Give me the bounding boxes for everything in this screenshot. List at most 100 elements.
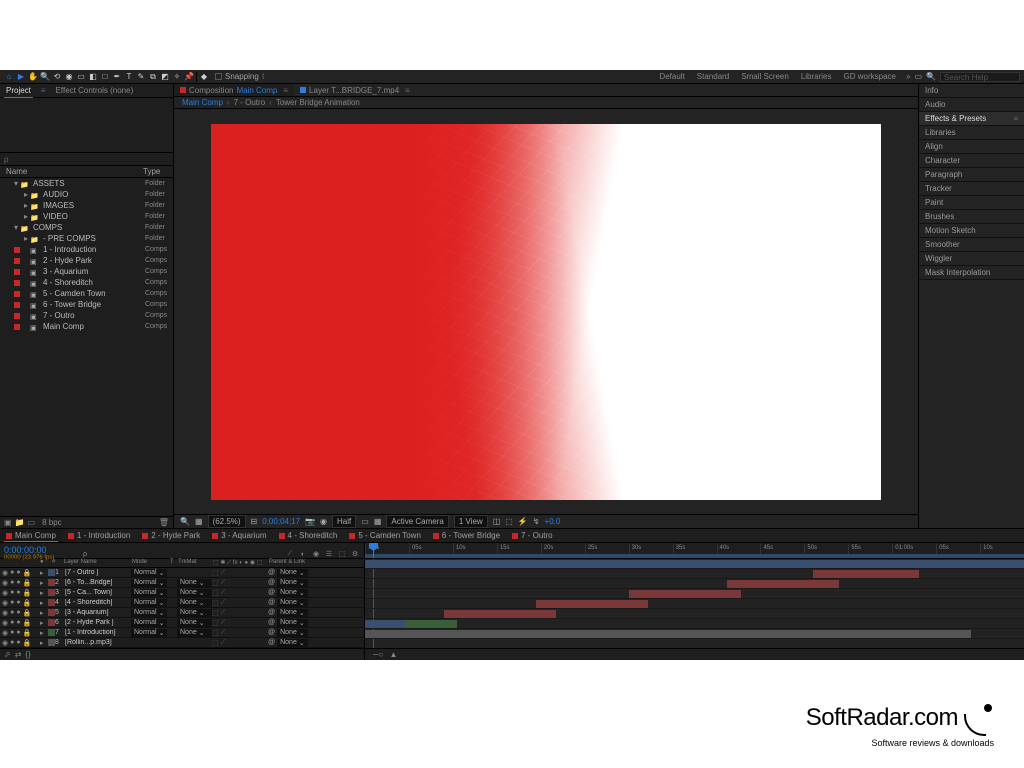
layer-name[interactable]: [7 - Outro ]	[65, 569, 131, 576]
solo-icon[interactable]: ●	[16, 629, 20, 637]
pickwhip-icon[interactable]: @	[268, 569, 275, 576]
layer-row[interactable]: ◉●●🔒 ▸ 1 [7 - Outro ] Normal ⌄ ⬚⟋ @None …	[0, 568, 364, 578]
panel-header[interactable]: Mask Interpolation	[919, 266, 1024, 280]
solo-icon[interactable]: ●	[16, 609, 20, 617]
zoom-bar[interactable]: ─○ ▲	[365, 648, 1024, 660]
zoom-dropdown[interactable]: (62.5%)	[208, 515, 246, 528]
clone-tool-icon[interactable]: ⧉	[148, 72, 158, 82]
eraser-tool-icon[interactable]: ◩	[160, 72, 170, 82]
breadcrumb-item[interactable]: 7 - Outro	[234, 98, 266, 107]
lock-icon[interactable]: 🔒	[23, 569, 32, 577]
disclosure-icon[interactable]: ▸	[40, 579, 48, 587]
lock-icon[interactable]: 🔒	[23, 599, 32, 607]
composition-canvas[interactable]	[211, 124, 881, 500]
layer-row[interactable]: ◉●●🔒 ▸ 2 [6 - To...Bridge] Normal ⌄ None…	[0, 578, 364, 588]
pickwhip-icon[interactable]: @	[268, 619, 275, 626]
project-search[interactable]: ρ	[0, 152, 173, 166]
viewer-tab[interactable]: Composition Main Comp ≡	[174, 84, 294, 96]
layer-switches[interactable]: ⬚⟋	[212, 629, 268, 637]
parent-dropdown[interactable]: None ⌄	[277, 629, 308, 637]
pickwhip-icon[interactable]: @	[268, 629, 275, 636]
viewer-canvas-area[interactable]	[174, 109, 918, 514]
trkmat-dropdown[interactable]: None ⌄	[177, 609, 212, 617]
res-icon[interactable]: ⊟	[251, 517, 258, 526]
parent-dropdown[interactable]: None ⌄	[277, 569, 308, 577]
panel-header[interactable]: Brushes	[919, 210, 1024, 224]
layer-switches[interactable]: ⬚⟋	[212, 599, 268, 607]
audio-icon[interactable]: ●	[10, 609, 14, 617]
tree-row[interactable]: 4 - Shoreditch Comps	[0, 277, 173, 288]
time-ruler[interactable]: :00s05s10s15s20s25s30s35s40s45s50s55s01:…	[365, 543, 1024, 559]
trkmat-dropdown[interactable]: None ⌄	[177, 629, 212, 637]
tree-row[interactable]: ▸ - PRE COMPS Folder	[0, 233, 173, 244]
layer-bar[interactable]	[365, 560, 1024, 568]
toggle-icon[interactable]: ⇄	[15, 650, 22, 659]
solo-icon[interactable]: ●	[16, 599, 20, 607]
layer-name[interactable]: [2 - Hyde Park ]	[65, 619, 131, 626]
transparency-icon[interactable]: ▦	[374, 517, 382, 526]
trkmat-dropdown[interactable]: None ⌄	[177, 589, 212, 597]
track-row[interactable]	[365, 599, 1024, 609]
shape-tool-icon[interactable]: □	[100, 72, 110, 82]
layer-switches[interactable]: ⬚⟋	[212, 619, 268, 627]
pickwhip-icon[interactable]: @	[268, 589, 275, 596]
eye-icon[interactable]: ◉	[2, 639, 8, 647]
tab-menu-icon[interactable]: ≡	[41, 86, 46, 95]
blend-mode-dropdown[interactable]: Normal ⌄	[131, 599, 167, 607]
audio-icon[interactable]: ●	[10, 619, 14, 627]
timeline-tracks-area[interactable]: :00s05s10s15s20s25s30s35s40s45s50s55s01:…	[365, 543, 1024, 660]
text-tool-icon[interactable]: T	[124, 72, 134, 82]
track-row[interactable]	[365, 609, 1024, 619]
col-name[interactable]: Name	[6, 167, 143, 176]
breadcrumb-item[interactable]: Main Comp	[182, 98, 223, 107]
selection-tool-icon[interactable]: ▶	[16, 72, 26, 82]
shy-icon[interactable]: ⟋	[285, 550, 295, 558]
disclosure-icon[interactable]: ▸	[40, 589, 48, 597]
audio-icon[interactable]: ●	[10, 569, 14, 577]
track-row[interactable]	[365, 629, 1024, 639]
current-time-indicator[interactable]	[373, 543, 374, 558]
panel-header[interactable]: Motion Sketch	[919, 224, 1024, 238]
channel-icon[interactable]: ◉	[320, 517, 327, 526]
lock-icon[interactable]: 🔒	[23, 639, 32, 647]
track-row[interactable]	[365, 619, 1024, 629]
workspace-tab[interactable]: Small Screen	[735, 70, 795, 83]
track-row[interactable]	[365, 569, 1024, 579]
workspace-tab[interactable]: Default	[653, 70, 690, 83]
timeline-tab[interactable]: 3 - Aquarium	[206, 529, 272, 542]
timecode-display[interactable]: 0;00;04;17	[262, 517, 300, 526]
panel-header[interactable]: Libraries	[919, 126, 1024, 140]
tree-row[interactable]: ▾ COMPS Folder	[0, 222, 173, 233]
puppet-tool-icon[interactable]: 📌	[184, 72, 194, 82]
col-type[interactable]: Type	[143, 167, 173, 176]
visibility-toggles[interactable]: ◉●●🔒	[0, 609, 40, 617]
grid-icon[interactable]: ▦	[195, 517, 203, 526]
layer-switches[interactable]: ⬚⟋	[212, 639, 268, 647]
col-layer-name[interactable]: Layer Name	[62, 559, 132, 567]
layer-switches[interactable]: ⬚⟋	[212, 569, 268, 577]
resolution-dropdown[interactable]: Half	[332, 515, 356, 528]
visibility-toggles[interactable]: ◉●●🔒	[0, 569, 40, 577]
pickwhip-icon[interactable]: @	[268, 579, 275, 586]
pickwhip-icon[interactable]: @	[268, 639, 275, 646]
audio-icon[interactable]: ●	[10, 639, 14, 647]
tab-menu-icon[interactable]: ≡	[405, 86, 410, 95]
col-mode[interactable]: Mode	[132, 559, 170, 567]
brace-icon[interactable]: {}	[25, 650, 30, 659]
tree-row[interactable]: 5 - Camden Town Comps	[0, 288, 173, 299]
blend-mode-dropdown[interactable]: Normal ⌄	[131, 589, 167, 597]
view-dropdown[interactable]: 1 View	[454, 515, 488, 528]
pen-tool-icon[interactable]: ✒	[112, 72, 122, 82]
layer-switches[interactable]: ⬚⟋	[212, 589, 268, 597]
panel-header[interactable]: Effects & Presets≡	[919, 112, 1024, 126]
disclosure-icon[interactable]: ▸	[40, 639, 48, 647]
camera-tool-icon[interactable]: ▭	[76, 72, 86, 82]
layer-name[interactable]: [6 - To...Bridge]	[65, 579, 131, 586]
snapping-toggle[interactable]: Snapping ⁝	[215, 72, 264, 81]
project-tree[interactable]: ▾ ASSETS Folder ▸ AUDIO Folder ▸ IMAGES …	[0, 178, 173, 516]
layer-name[interactable]: [1 - Introduction]	[65, 629, 131, 636]
layer-color-swatch[interactable]	[48, 589, 55, 596]
toggle-switches-icon[interactable]: ⬀	[4, 650, 11, 659]
blend-mode-dropdown[interactable]: Normal ⌄	[131, 579, 167, 587]
tree-row[interactable]: ▾ ASSETS Folder	[0, 178, 173, 189]
